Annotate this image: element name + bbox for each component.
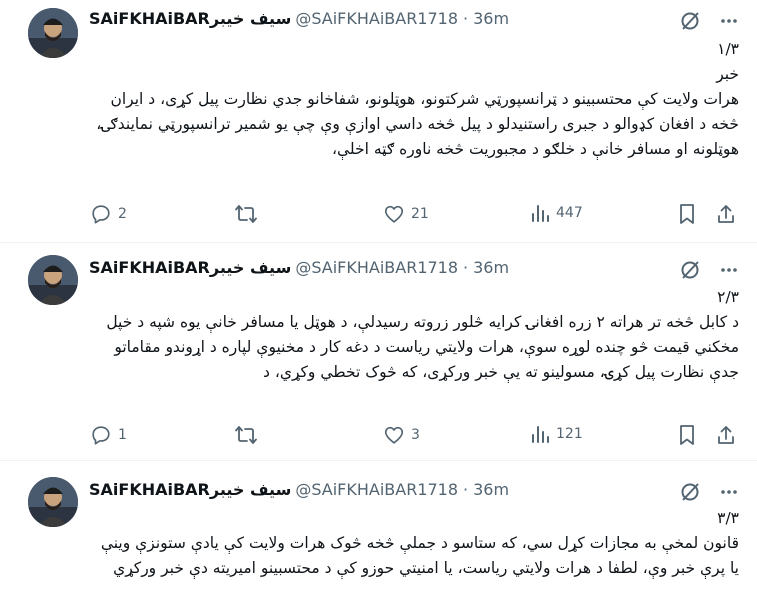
display-name[interactable]: SAiFKHAiBARسيف خيبر bbox=[89, 480, 291, 499]
avatar[interactable] bbox=[28, 477, 78, 527]
more-icon[interactable] bbox=[719, 11, 739, 31]
tweet-actions: 2 21 447 bbox=[90, 203, 740, 225]
reply-icon bbox=[92, 205, 110, 224]
bookmark-icon bbox=[680, 204, 694, 224]
tweet-actions: 1 3 121 bbox=[90, 424, 740, 446]
bookmark-button[interactable] bbox=[677, 203, 703, 225]
grok-icon[interactable] bbox=[679, 481, 701, 503]
views-button[interactable]: 121 bbox=[530, 424, 583, 444]
bookmark-icon bbox=[680, 425, 694, 445]
separator-dot: · bbox=[463, 480, 469, 499]
avatar-image bbox=[28, 255, 78, 305]
timestamp[interactable]: 36m bbox=[473, 9, 509, 28]
more-icon[interactable] bbox=[719, 482, 739, 502]
views-icon bbox=[532, 426, 549, 443]
tweet-paragraph: قانون لمخې به مجازات کړل سي، که ستاسو د … bbox=[100, 534, 739, 577]
separator-dot: · bbox=[463, 9, 469, 28]
share-button[interactable] bbox=[715, 203, 743, 225]
share-button[interactable] bbox=[715, 424, 743, 446]
repost-button[interactable] bbox=[234, 203, 264, 225]
tweet-text: ۲/۳ د کابل څخه تر هراته ۲ زره افغانۍ کرا… bbox=[88, 285, 739, 385]
tweet-line: خبر bbox=[716, 65, 739, 83]
grok-icon[interactable] bbox=[679, 259, 701, 281]
avatar[interactable] bbox=[28, 255, 78, 305]
thread-counter: ۳/۳ bbox=[717, 509, 739, 527]
views-icon bbox=[532, 205, 549, 222]
timestamp[interactable]: 36m bbox=[473, 480, 509, 499]
tweet-paragraph: هرات ولایت کې محتسبینو د ټرانسپورټي شرکت… bbox=[96, 90, 739, 158]
share-icon bbox=[718, 426, 734, 444]
avatar-image bbox=[28, 8, 78, 58]
tweet[interactable]: SAiFKHAiBARسيف خيبر @SAiFKHAiBAR1718 · 3… bbox=[0, 243, 757, 460]
user-handle[interactable]: @SAiFKHAiBAR1718 bbox=[295, 258, 458, 277]
bookmark-button[interactable] bbox=[677, 424, 703, 446]
like-icon bbox=[384, 205, 404, 223]
display-name[interactable]: SAiFKHAiBARسيف خيبر bbox=[89, 258, 291, 277]
tweet-text: ۳/۳ قانون لمخې به مجازات کړل سي، که ستاس… bbox=[88, 506, 739, 581]
tweet-paragraph: د کابل څخه تر هراته ۲ زره افغانۍ کرایه څ… bbox=[106, 313, 739, 381]
tweet-header: SAiFKHAiBARسيف خيبر @SAiFKHAiBAR1718 · 3… bbox=[89, 480, 509, 499]
reply-button[interactable]: 1 bbox=[90, 424, 127, 446]
repost-icon bbox=[235, 205, 257, 223]
avatar[interactable] bbox=[28, 8, 78, 58]
repost-button[interactable] bbox=[234, 424, 264, 446]
user-handle[interactable]: @SAiFKHAiBAR1718 bbox=[295, 480, 458, 499]
thread-counter: ۲/۳ bbox=[717, 288, 739, 306]
avatar-image bbox=[28, 477, 78, 527]
views-button[interactable]: 447 bbox=[530, 203, 583, 223]
reply-count: 1 bbox=[118, 427, 127, 443]
like-count: 3 bbox=[411, 427, 420, 443]
like-button[interactable]: 21 bbox=[383, 203, 429, 225]
more-icon[interactable] bbox=[719, 260, 739, 280]
reply-count: 2 bbox=[118, 206, 127, 222]
repost-icon bbox=[235, 426, 257, 444]
share-icon bbox=[718, 205, 734, 223]
thread-counter: ۱/۳ bbox=[717, 40, 739, 58]
tweet-header: SAiFKHAiBARسيف خيبر @SAiFKHAiBAR1718 · 3… bbox=[89, 258, 509, 277]
separator-dot: · bbox=[463, 258, 469, 277]
tweet-header: SAiFKHAiBARسيف خيبر @SAiFKHAiBAR1718 · 3… bbox=[89, 9, 509, 28]
user-handle[interactable]: @SAiFKHAiBAR1718 bbox=[295, 9, 458, 28]
like-count: 21 bbox=[411, 206, 429, 222]
views-count: 121 bbox=[556, 426, 583, 442]
display-name[interactable]: SAiFKHAiBARسيف خيبر bbox=[89, 9, 291, 28]
like-icon bbox=[384, 426, 404, 444]
tweet-text: ۱/۳ خبر هرات ولایت کې محتسبینو د ټرانسپو… bbox=[88, 37, 739, 162]
timestamp[interactable]: 36m bbox=[473, 258, 509, 277]
reply-button[interactable]: 2 bbox=[90, 203, 127, 225]
grok-icon[interactable] bbox=[679, 10, 701, 32]
tweet[interactable]: SAiFKHAiBARسيف خيبر @SAiFKHAiBAR1718 · 3… bbox=[0, 461, 757, 616]
like-button[interactable]: 3 bbox=[383, 424, 420, 446]
tweet[interactable]: SAiFKHAiBARسيف خيبر @SAiFKHAiBAR1718 · 3… bbox=[0, 0, 757, 242]
reply-icon bbox=[92, 426, 110, 445]
views-count: 447 bbox=[556, 205, 583, 221]
